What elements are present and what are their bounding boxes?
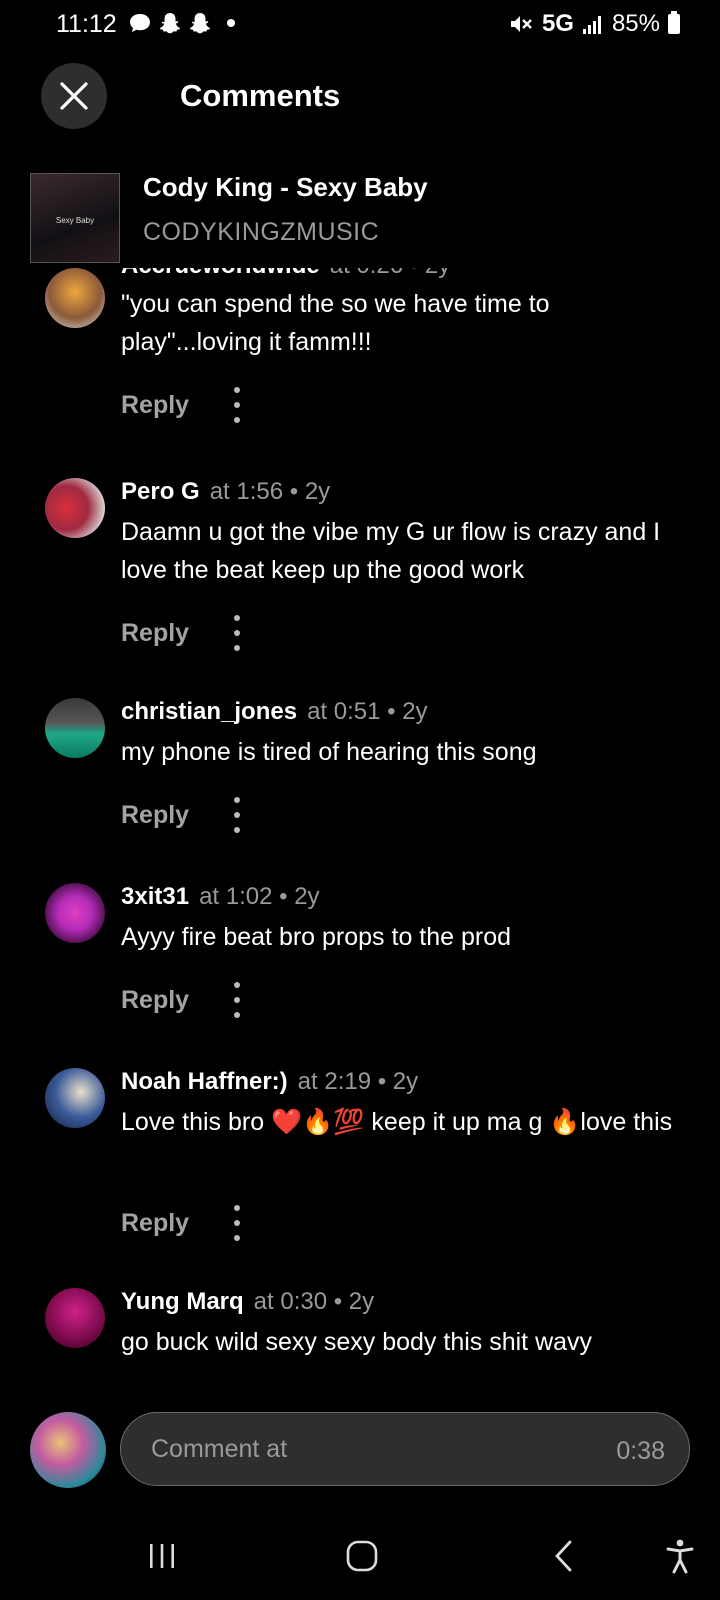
home-icon bbox=[346, 1540, 378, 1572]
comment-text: go buck wild sexy sexy body this shit wa… bbox=[121, 1328, 593, 1356]
comment-meta: at 0:51 • 2y bbox=[307, 698, 428, 725]
avatar[interactable] bbox=[45, 1288, 105, 1348]
comment-username[interactable]: Accrueworldwide bbox=[121, 268, 320, 279]
comment-meta: at 0:26 • 2y bbox=[330, 268, 450, 279]
comment-timestamp: 0:38 bbox=[616, 1437, 665, 1465]
reply-button[interactable]: Reply bbox=[121, 1209, 189, 1238]
battery-icon bbox=[668, 11, 680, 34]
status-bar: 11:12 5G 85% bbox=[0, 0, 720, 52]
status-right: 5G 85% bbox=[508, 10, 680, 38]
notification-icons bbox=[128, 12, 236, 34]
avatar[interactable] bbox=[45, 698, 105, 758]
comment-meta: at 1:56 • 2y bbox=[209, 478, 331, 505]
comment-placeholder: Comment at bbox=[151, 1435, 288, 1463]
comment-text: Daamn u got the vibe my G ur flow is cra… bbox=[121, 518, 661, 584]
comment-username[interactable]: 3xit31 bbox=[121, 883, 189, 910]
home-button[interactable] bbox=[338, 1536, 386, 1576]
avatar[interactable] bbox=[45, 883, 105, 943]
track-artwork[interactable]: Sexy Baby bbox=[30, 173, 120, 263]
comment-text: Ayyy fire beat bro props to the prod bbox=[121, 923, 512, 951]
back-icon bbox=[555, 1540, 572, 1572]
comment-meta: at 1:02 • 2y bbox=[199, 883, 320, 910]
comment-text: my phone is tired of hearing this song bbox=[121, 738, 537, 766]
dot-icon bbox=[227, 19, 235, 27]
comment-actions: Reply bbox=[121, 385, 247, 425]
reply-button[interactable]: Reply bbox=[121, 619, 189, 648]
track-art-text: Sexy Baby bbox=[55, 216, 95, 225]
comments-list[interactable]: Accrueworldwide at 0:26 • 2y "you can spe… bbox=[0, 268, 720, 1380]
network-label: 5G bbox=[541, 10, 574, 37]
signal-icon bbox=[582, 16, 601, 34]
back-button[interactable] bbox=[540, 1536, 588, 1576]
battery-percent: 85% bbox=[611, 10, 660, 37]
snapchat-icon-2 bbox=[190, 13, 210, 34]
avatar[interactable] bbox=[45, 478, 105, 538]
track-title[interactable]: Cody King - Sexy Baby bbox=[143, 172, 428, 203]
comment-username[interactable]: Yung Marq bbox=[121, 1288, 244, 1315]
comment-username[interactable]: Noah Haffner:) bbox=[121, 1068, 288, 1095]
page-title: Comments bbox=[180, 78, 341, 113]
more-options-icon[interactable] bbox=[227, 387, 247, 423]
comment-actions: Reply bbox=[121, 980, 247, 1020]
status-time: 11:12 bbox=[56, 10, 117, 38]
comment-input[interactable]: Comment at 0:38 bbox=[120, 1412, 690, 1486]
avatar[interactable] bbox=[45, 268, 105, 328]
comment-text: "you can spend the so we have time to pl… bbox=[121, 290, 550, 356]
comment-meta: at 2:19 • 2y bbox=[297, 1068, 419, 1095]
comment-actions: Reply bbox=[121, 795, 247, 835]
comment-username[interactable]: christian_jones bbox=[121, 698, 297, 725]
more-options-icon[interactable] bbox=[227, 982, 247, 1018]
message-icon bbox=[130, 14, 150, 32]
reply-button[interactable]: Reply bbox=[121, 391, 189, 420]
snapchat-icon bbox=[160, 13, 180, 34]
comment-text: Love this bro ❤️🔥💯 keep it up ma g 🔥love… bbox=[121, 1108, 673, 1136]
reply-button[interactable]: Reply bbox=[121, 986, 189, 1015]
close-icon bbox=[60, 82, 88, 110]
system-nav-bar bbox=[0, 1520, 720, 1600]
current-user-avatar[interactable] bbox=[30, 1412, 106, 1488]
track-artist[interactable]: CODYKINGZMUSIC bbox=[143, 218, 379, 247]
more-options-icon[interactable] bbox=[227, 1205, 247, 1241]
reply-button[interactable]: Reply bbox=[121, 801, 189, 830]
more-options-icon[interactable] bbox=[227, 615, 247, 651]
recent-apps-button[interactable] bbox=[138, 1536, 186, 1576]
accessibility-button[interactable] bbox=[656, 1536, 704, 1576]
comment-actions: Reply bbox=[121, 613, 247, 653]
accessibility-icon bbox=[666, 1539, 694, 1574]
more-options-icon[interactable] bbox=[227, 797, 247, 833]
comment-meta: at 0:30 • 2y bbox=[253, 1288, 375, 1315]
recent-apps-icon bbox=[150, 1544, 174, 1568]
avatar[interactable] bbox=[45, 1068, 105, 1128]
close-button[interactable] bbox=[41, 63, 107, 129]
comment-username[interactable]: Pero G bbox=[121, 478, 200, 505]
comment-actions: Reply bbox=[121, 1203, 247, 1243]
mute-icon bbox=[510, 16, 532, 32]
